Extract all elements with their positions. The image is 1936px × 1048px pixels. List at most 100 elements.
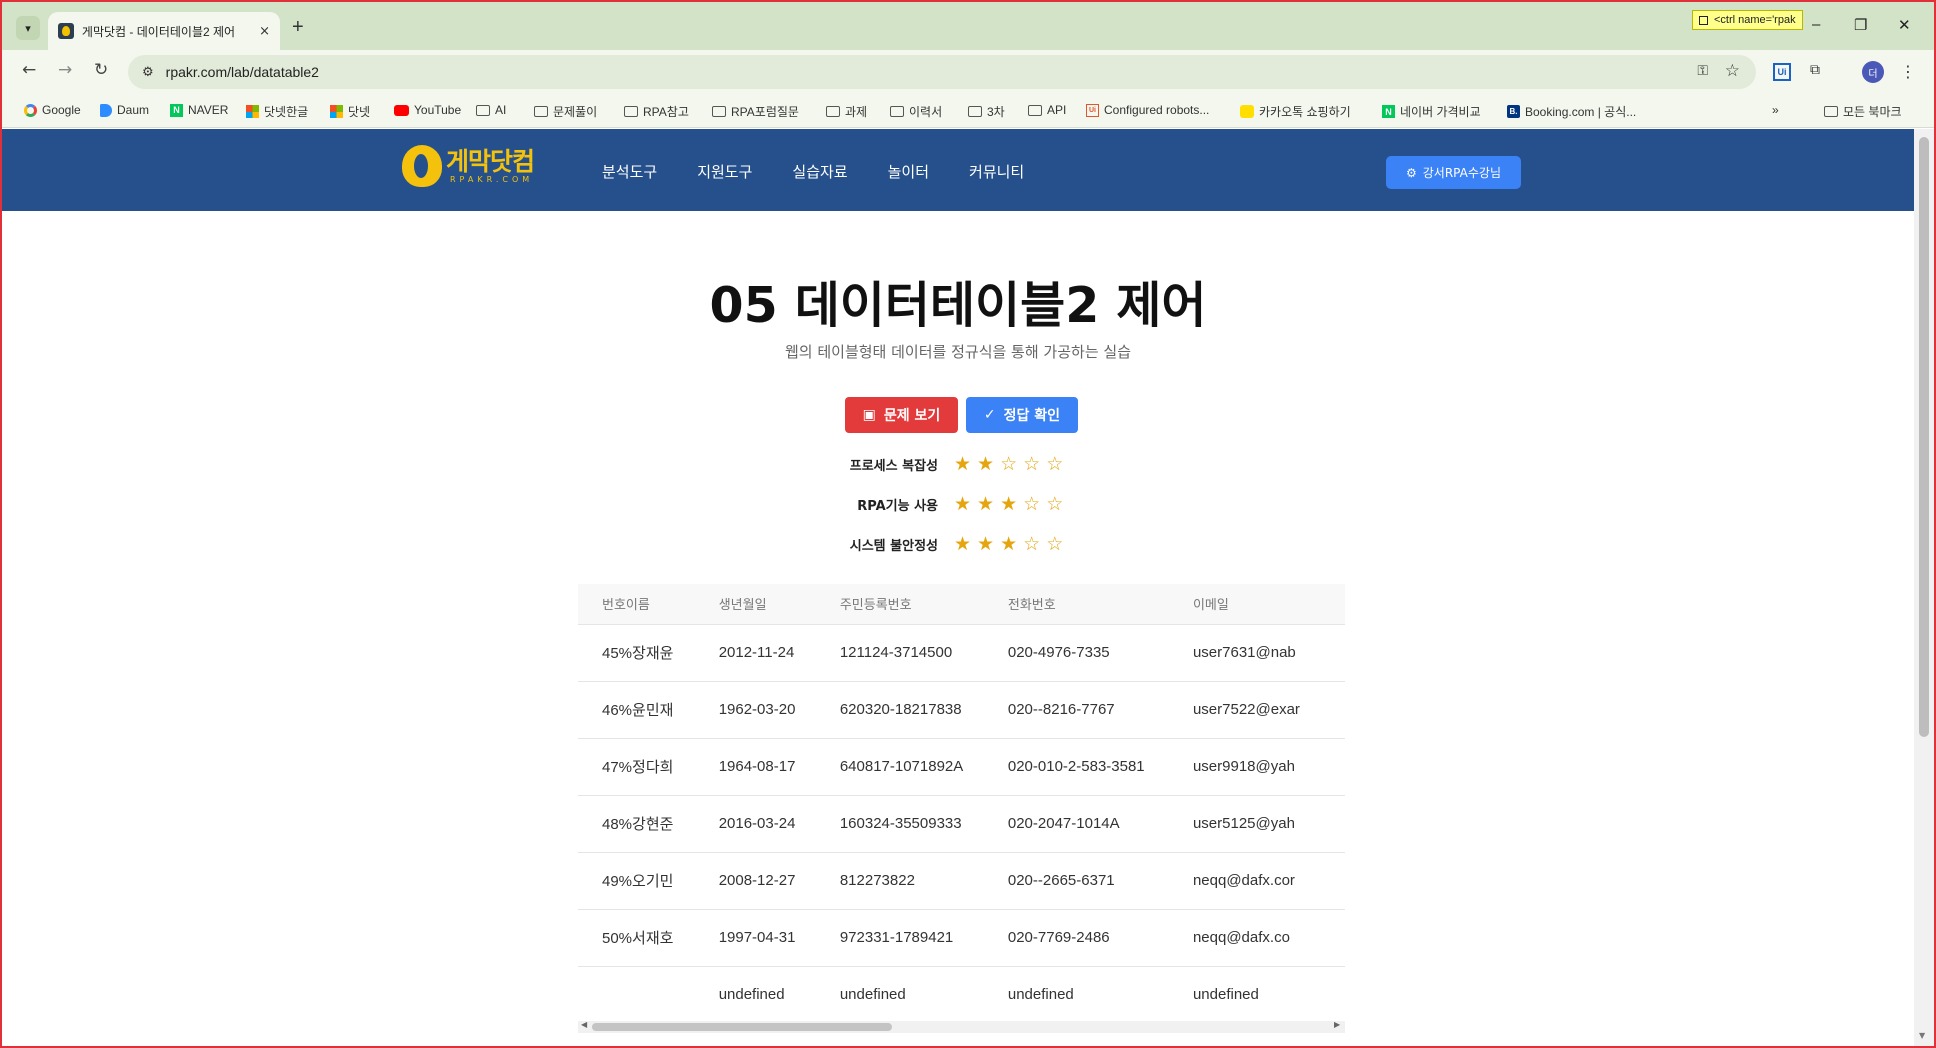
page-title: 05 데이터테이블2 제어 (709, 277, 1207, 334)
url-text[interactable]: rpakr.com/lab/datatable2 (166, 64, 319, 80)
table-row: 48%강현준 2016-03-24 160324-35509333 020-2047-… (578, 795, 1345, 853)
back-icon[interactable]: ← (22, 60, 36, 80)
star-filled-icon: ★ (1000, 533, 1018, 555)
table-horizontal-scrollbar[interactable]: ◀ ▶ (578, 1020, 1345, 1033)
close-window-icon[interactable]: ✕ (1898, 16, 1911, 34)
bookmark-item[interactable]: 카카오톡 쇼핑하기 (1240, 103, 1351, 120)
scrollbar-thumb[interactable] (592, 1023, 892, 1031)
page-vertical-scrollbar[interactable]: ▼ (1914, 129, 1934, 1046)
tab-close-icon[interactable]: × (259, 24, 270, 39)
bookmarks-overflow-icon[interactable]: » (1772, 103, 1779, 117)
bookmark-item[interactable]: RPA참고 (624, 103, 689, 120)
table-cell: 1962-03-20 (694, 681, 816, 739)
table-cell: 812273822 (815, 852, 984, 910)
nav-practice-materials[interactable]: 실습자료 (792, 161, 847, 182)
star-empty-icon: ☆ (1023, 453, 1041, 475)
table-row: 49%오기민 2008-12-27 812273822 020--2665-6371 n… (578, 852, 1345, 910)
nav-playground[interactable]: 놀이터 (888, 161, 929, 182)
bookmark-item[interactable]: 문제풀이 (534, 103, 597, 120)
star-empty-icon: ☆ (1046, 453, 1064, 475)
bookmark-item[interactable]: Daum (100, 103, 149, 117)
table-cell: undefined (983, 966, 1169, 1024)
folder-icon (476, 104, 490, 116)
bookmark-item[interactable]: AI (476, 103, 506, 117)
password-key-icon[interactable]: ⚿ (1697, 63, 1708, 79)
star-filled-icon: ★ (954, 533, 972, 555)
google-icon (24, 103, 37, 117)
table-cell: 020-010-2-583-3581 (983, 738, 1169, 796)
check-answer-label: 정답 확인 (1003, 408, 1061, 424)
bookmark-item[interactable]: B. Booking.com | 공식... (1507, 103, 1636, 120)
scroll-down-icon[interactable]: ▼ (1919, 1031, 1925, 1040)
table-cell: 1964-08-17 (694, 738, 816, 796)
address-bar[interactable]: ⚙ rpakr.com/lab/datatable2 ⚿ ☆ (128, 55, 1756, 89)
naver-icon: N (170, 103, 183, 117)
bookmark-label: 이력서 (909, 105, 943, 119)
bookmark-item[interactable]: Ui Configured robots... (1086, 103, 1209, 117)
reload-icon[interactable]: ↻ (94, 60, 108, 80)
youtube-icon (394, 104, 409, 116)
bookmark-item[interactable]: 닷넷한글 (246, 103, 308, 120)
folder-icon (1824, 106, 1838, 117)
uipath-extension-icon[interactable]: Ui (1773, 63, 1791, 81)
nav-analysis-tools[interactable]: 분석도구 (602, 161, 657, 182)
bookmark-label: RPA포럼질문 (731, 105, 799, 119)
nav-community[interactable]: 커뮤니티 (969, 161, 1024, 182)
user-course-button[interactable]: ⚙ 강서RPA수강님 (1386, 156, 1521, 189)
bookmark-item[interactable]: 3차 (968, 103, 1005, 120)
table-cell: 972331-1789421 (815, 909, 984, 967)
scroll-left-icon[interactable]: ◀ (581, 1020, 587, 1029)
site-info-icon[interactable]: ⚙ (142, 65, 154, 80)
table-cell: 1997-04-31 (694, 909, 816, 967)
bookmark-item[interactable]: N 네이버 가격비교 (1382, 103, 1481, 120)
restore-icon[interactable]: ❐ (1854, 16, 1867, 34)
nav-support-tools[interactable]: 지원도구 (697, 161, 752, 182)
view-problem-button[interactable]: ▣ 문제 보기 (845, 397, 958, 433)
bookmark-label: AI (495, 103, 507, 117)
bookmark-item[interactable]: 이력서 (890, 103, 942, 120)
bookmark-item[interactable]: N NAVER (170, 103, 228, 117)
scrollbar-thumb[interactable] (1919, 137, 1929, 737)
bookmark-item[interactable]: 닷넷 (330, 103, 370, 120)
folder-icon (624, 106, 638, 117)
forward-icon[interactable]: → (58, 60, 72, 80)
folder-icon (826, 106, 840, 117)
bookmark-label: Configured robots... (1104, 103, 1210, 117)
table-row: 50%서재호 1997-04-31 972331-1789421 020-7769-2… (578, 909, 1345, 967)
check-answer-button[interactable]: ✓ 정답 확인 (966, 397, 1078, 433)
folder-icon (890, 106, 904, 117)
extensions-puzzle-icon[interactable]: ⧉ (1810, 62, 1820, 78)
bookmark-item[interactable]: 과제 (826, 103, 867, 120)
bookmark-item[interactable]: RPA포럼질문 (712, 103, 799, 120)
table-cell: 45%장재윤 (578, 624, 695, 682)
bookmark-item[interactable]: API (1028, 103, 1066, 117)
new-tab-button[interactable]: + (292, 16, 304, 39)
bookmark-star-icon[interactable]: ☆ (1725, 61, 1740, 81)
site-logo[interactable]: 게막닷컴 RPAKR.COM (402, 145, 535, 187)
windows-icon (330, 105, 343, 118)
active-tab[interactable]: 게막닷컴 - 데이터테이블2 제어 × (48, 12, 280, 50)
column-header: 생년월일 (694, 584, 816, 625)
folder-icon (534, 106, 548, 117)
site-favicon-icon (58, 23, 74, 39)
scroll-right-icon[interactable]: ▶ (1334, 1020, 1340, 1029)
menu-kebab-icon[interactable]: ⋮ (1900, 62, 1916, 81)
table-row: 46%윤민재 1962-03-20 620320-18217838 020--8216… (578, 681, 1345, 739)
bookmark-item[interactable]: YouTube (394, 103, 461, 117)
minimize-icon[interactable]: – (1812, 16, 1820, 33)
profile-avatar[interactable]: 더 (1862, 61, 1884, 83)
check-icon: ✓ (983, 407, 996, 423)
bookmark-item[interactable]: Google (24, 103, 81, 117)
ctrl-tooltip: <ctrl name='rpak (1692, 10, 1803, 30)
all-bookmarks-folder[interactable]: 모든 북마크 (1824, 103, 1902, 120)
data-table-container[interactable]: 번호이름 생년월일 주민등록번호 전화번호 이메일 45%장재윤 2012-11-… (578, 584, 1345, 1032)
star-filled-icon: ★ (1000, 493, 1018, 515)
folder-icon (968, 106, 982, 117)
star-filled-icon: ★ (954, 493, 972, 515)
table-cell: undefined (1168, 966, 1345, 1024)
table-cell: 2008-12-27 (694, 852, 816, 910)
rating-label: RPA기능 사용 (857, 498, 938, 514)
browser-toolbar: ← → ↻ ⚙ rpakr.com/lab/datatable2 ⚿ ☆ Ui … (2, 50, 1934, 94)
tab-search-button[interactable]: ▾ (16, 16, 40, 40)
table-header-row: 번호이름 생년월일 주민등록번호 전화번호 이메일 (578, 584, 1345, 625)
